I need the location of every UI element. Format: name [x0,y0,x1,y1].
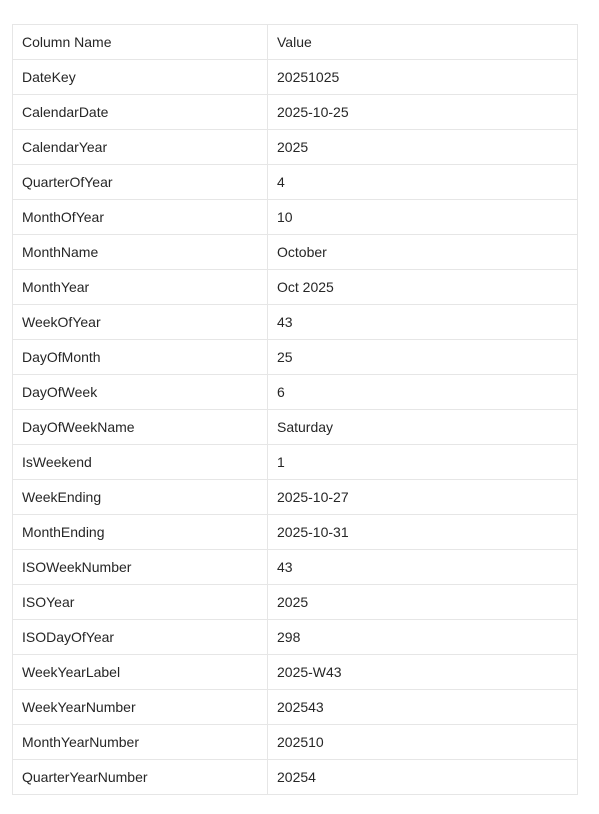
table-row: WeekEnding 2025-10-27 [12,479,578,515]
value-cell: 2025 [267,584,578,620]
value-cell: 2025-10-25 [267,94,578,130]
value-header: Value [267,24,578,60]
value-cell: 20254 [267,759,578,795]
value-cell: 2025-10-27 [267,479,578,515]
table-row: MonthOfYear 10 [12,199,578,235]
date-dimension-table-container: Column Name Value DateKey 20251025 Calen… [12,24,578,795]
table-row: DateKey 20251025 [12,59,578,95]
table-row: MonthEnding 2025-10-31 [12,514,578,550]
column-name-cell: DayOfWeekName [12,409,268,445]
column-name-cell: MonthOfYear [12,199,268,235]
value-cell: 43 [267,549,578,585]
table-row: ISOWeekNumber 43 [12,549,578,585]
column-name-cell: WeekYearNumber [12,689,268,725]
table-row: QuarterOfYear 4 [12,164,578,200]
value-cell: 43 [267,304,578,340]
column-name-cell: MonthYear [12,269,268,305]
value-cell: 25 [267,339,578,375]
value-cell: 202543 [267,689,578,725]
value-cell: 4 [267,164,578,200]
column-name-cell: MonthEnding [12,514,268,550]
table-row: ISODayOfYear 298 [12,619,578,655]
value-cell: 202510 [267,724,578,760]
table-row: QuarterYearNumber 20254 [12,759,578,795]
value-cell: 298 [267,619,578,655]
table-row: MonthName October [12,234,578,270]
column-name-cell: DayOfWeek [12,374,268,410]
column-name-cell: MonthYearNumber [12,724,268,760]
value-cell: 2025-10-31 [267,514,578,550]
table-row: DayOfMonth 25 [12,339,578,375]
column-name-header: Column Name [12,24,268,60]
column-name-cell: ISOYear [12,584,268,620]
table-row: IsWeekend 1 [12,444,578,480]
table-row: DayOfWeekName Saturday [12,409,578,445]
value-cell: 6 [267,374,578,410]
column-name-cell: WeekYearLabel [12,654,268,690]
column-name-cell: MonthName [12,234,268,270]
column-name-cell: QuarterOfYear [12,164,268,200]
column-name-cell: CalendarDate [12,94,268,130]
table-row: MonthYearNumber 202510 [12,724,578,760]
table-header-row: Column Name Value [12,24,578,60]
table-row: ISOYear 2025 [12,584,578,620]
table-row: WeekOfYear 43 [12,304,578,340]
value-cell: 20251025 [267,59,578,95]
column-name-cell: ISOWeekNumber [12,549,268,585]
value-cell: October [267,234,578,270]
table-row: CalendarYear 2025 [12,129,578,165]
column-name-cell: WeekEnding [12,479,268,515]
column-name-cell: CalendarYear [12,129,268,165]
value-cell: 2025 [267,129,578,165]
table-row: WeekYearLabel 2025-W43 [12,654,578,690]
column-name-cell: WeekOfYear [12,304,268,340]
table-row: CalendarDate 2025-10-25 [12,94,578,130]
value-cell: 10 [267,199,578,235]
column-name-cell: ISODayOfYear [12,619,268,655]
column-name-cell: IsWeekend [12,444,268,480]
column-name-cell: DateKey [12,59,268,95]
column-name-cell: DayOfMonth [12,339,268,375]
date-dimension-table: Column Name Value DateKey 20251025 Calen… [12,24,578,795]
column-name-cell: QuarterYearNumber [12,759,268,795]
table-row: MonthYear Oct 2025 [12,269,578,305]
table-body: DateKey 20251025 CalendarDate 2025-10-25… [12,59,578,795]
value-cell: Oct 2025 [267,269,578,305]
table-row: DayOfWeek 6 [12,374,578,410]
value-cell: Saturday [267,409,578,445]
value-cell: 2025-W43 [267,654,578,690]
table-row: WeekYearNumber 202543 [12,689,578,725]
value-cell: 1 [267,444,578,480]
